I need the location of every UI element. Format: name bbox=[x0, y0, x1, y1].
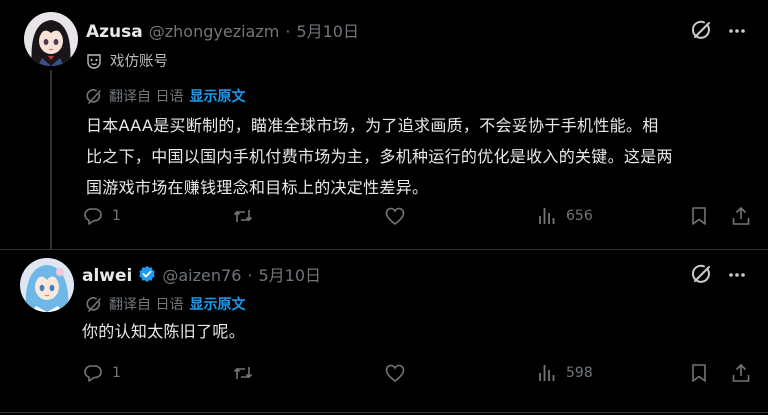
action-bar: 1 656 bbox=[82, 205, 752, 231]
views-chart-icon bbox=[539, 208, 555, 224]
tweet[interactable]: Azusa @zhongyeziazm · 5月10日 戏仿账号 翻译自 日语 … bbox=[0, 0, 768, 250]
author-handle[interactable]: @zhongyeziazm bbox=[149, 22, 280, 41]
tweet-header: alwei @aizen76 · 5月10日 bbox=[82, 262, 321, 286]
tweet-divider bbox=[0, 412, 768, 413]
bookmark-icon bbox=[692, 364, 706, 382]
like-button[interactable] bbox=[384, 362, 414, 384]
reply-icon bbox=[84, 365, 102, 382]
translate-icon bbox=[86, 296, 103, 313]
views-button[interactable]: 598 bbox=[536, 362, 593, 384]
tweet-text-line: 比之下，中国以国内手机付费市场为主，多机种运行的优化是收入的关键。这是两 bbox=[86, 147, 673, 166]
heart-icon bbox=[385, 207, 405, 226]
action-bar: 1 598 bbox=[82, 362, 752, 388]
translated-from-label: 翻译自 日语 bbox=[109, 297, 184, 313]
grok-icon[interactable] bbox=[690, 262, 714, 286]
retweet-icon bbox=[233, 367, 253, 379]
tweet-text: 日本AAA是买断制的，瞄准全球市场，为了追求画质，不会妥协于手机性能。相 比之下… bbox=[86, 110, 673, 203]
heart-icon bbox=[385, 364, 405, 383]
view-count: 656 bbox=[566, 208, 593, 224]
verified-badge-icon[interactable] bbox=[138, 265, 156, 283]
translation-row: 翻译自 日语 显示原文 bbox=[86, 86, 245, 106]
author-name[interactable]: Azusa bbox=[86, 22, 143, 42]
bookmark-button[interactable] bbox=[688, 205, 710, 227]
translated-from-label: 翻译自 日语 bbox=[109, 89, 184, 105]
retweet-icon bbox=[233, 210, 253, 222]
share-button[interactable] bbox=[730, 205, 752, 227]
reply-button[interactable]: 1 bbox=[82, 205, 121, 227]
reply-button[interactable]: 1 bbox=[82, 362, 121, 384]
parody-label-text: 戏仿账号 bbox=[110, 54, 168, 70]
share-button[interactable] bbox=[730, 362, 752, 384]
reply-icon bbox=[84, 208, 102, 225]
view-count: 598 bbox=[566, 365, 593, 381]
retweet-button[interactable] bbox=[232, 205, 262, 227]
author-handle[interactable]: @aizen76 bbox=[162, 266, 241, 285]
tweet-text-line: 国游戏市场在赚钱理念和目标上的决定性差异。 bbox=[86, 178, 429, 197]
reply-count: 1 bbox=[112, 208, 121, 224]
views-button[interactable]: 656 bbox=[536, 205, 593, 227]
show-original-link[interactable]: 显示原文 bbox=[189, 86, 245, 106]
tweet-text: 你的认知太陈旧了呢。 bbox=[82, 316, 245, 347]
share-icon bbox=[732, 206, 750, 225]
anime-girl-blue-hair-avatar-icon bbox=[20, 258, 74, 312]
share-icon bbox=[732, 363, 750, 382]
bookmark-button[interactable] bbox=[688, 362, 710, 384]
more-options-icon[interactable] bbox=[726, 20, 748, 42]
translation-row: 翻译自 日语 显示原文 bbox=[86, 294, 245, 314]
anime-girl-black-hair-avatar-icon bbox=[24, 12, 78, 66]
retweet-button[interactable] bbox=[232, 362, 262, 384]
avatar[interactable] bbox=[24, 12, 78, 66]
tweet-text-line: 你的认知太陈旧了呢。 bbox=[82, 322, 246, 341]
like-button[interactable] bbox=[384, 205, 414, 227]
theater-mask-icon bbox=[86, 53, 102, 69]
thread-connector-line bbox=[50, 70, 52, 250]
reply-count: 1 bbox=[112, 365, 121, 381]
show-original-link[interactable]: 显示原文 bbox=[189, 294, 245, 314]
tweet-date[interactable]: 5月10日 bbox=[296, 18, 359, 42]
bookmark-icon bbox=[692, 207, 706, 225]
separator-dot: · bbox=[247, 266, 253, 285]
translate-icon bbox=[86, 88, 103, 105]
tweet-header: Azusa @zhongyeziazm · 5月10日 bbox=[86, 18, 359, 42]
tweet-text-line: 日本AAA是买断制的，瞄准全球市场，为了追求画质，不会妥协于手机性能。相 bbox=[86, 116, 659, 135]
tweet-thread: Azusa @zhongyeziazm · 5月10日 戏仿账号 翻译自 日语 … bbox=[0, 0, 768, 415]
views-chart-icon bbox=[539, 365, 555, 381]
grok-icon[interactable] bbox=[690, 18, 714, 42]
more-options-icon[interactable] bbox=[726, 264, 748, 286]
tweet-date[interactable]: 5月10日 bbox=[258, 262, 321, 286]
tweet[interactable]: alwei @aizen76 · 5月10日 翻译自 日语 显示原文 你的认知太… bbox=[0, 248, 768, 415]
parody-account-label: 戏仿账号 bbox=[86, 50, 168, 71]
author-name[interactable]: alwei bbox=[82, 266, 132, 286]
separator-dot: · bbox=[285, 22, 291, 41]
avatar[interactable] bbox=[20, 258, 74, 312]
